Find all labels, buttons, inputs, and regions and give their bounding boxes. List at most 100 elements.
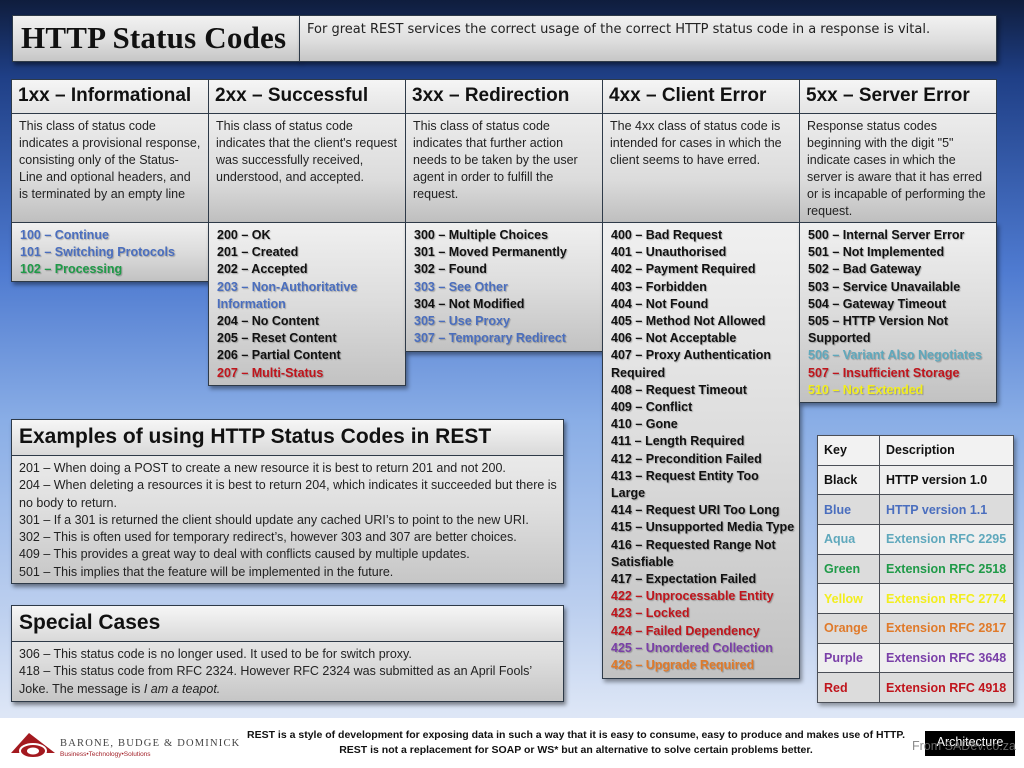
status-code-item: 404 – Not Found bbox=[611, 296, 709, 311]
class-heading: 3xx – Redirection bbox=[405, 79, 603, 114]
status-code-item: 307 – Temporary Redirect bbox=[414, 331, 566, 346]
key-color-name: Blue bbox=[817, 494, 880, 525]
examples-box: Examples of using HTTP Status Codes in R… bbox=[11, 419, 564, 584]
status-code-item: 100 – Continue bbox=[20, 228, 109, 242]
status-code-item: 403 – Forbidden bbox=[611, 279, 707, 294]
special-cases-box: Special Cases 306 – This status code is … bbox=[11, 605, 564, 702]
special-case-text: 418 – This status code from RFC 2324. Ho… bbox=[19, 664, 532, 696]
footer-note-line: REST is a style of development for expos… bbox=[247, 729, 905, 741]
key-description: Extension RFC 2518 bbox=[879, 553, 1014, 585]
status-code-item: 412 – Precondition Failed bbox=[611, 451, 762, 466]
key-description: Extension RFC 3648 bbox=[879, 642, 1014, 674]
footer-note: REST is a style of development for expos… bbox=[236, 728, 916, 758]
status-code-item: 406 – Not Acceptable bbox=[611, 331, 737, 346]
examples-list: 201 – When doing a POST to create a new … bbox=[12, 457, 563, 581]
key-row: Purple Extension RFC 3648 bbox=[817, 642, 1014, 674]
key-color-name: Red bbox=[817, 672, 880, 703]
key-description: Extension RFC 4918 bbox=[879, 672, 1014, 703]
source-watermark: From SADev.co.za bbox=[912, 739, 1016, 753]
status-code-item: 425 – Unordered Collection bbox=[611, 640, 773, 655]
status-code-item: 408 – Request Timeout bbox=[611, 382, 747, 397]
class-heading: 1xx – Informational bbox=[11, 79, 209, 114]
status-code-item: 101 – Switching Protocols bbox=[20, 245, 175, 260]
status-code-item: 400 – Bad Request bbox=[611, 228, 723, 242]
status-code-item: 507 – Insufficient Storage bbox=[808, 365, 960, 380]
key-color-name: Aqua bbox=[817, 523, 880, 555]
example-line: 501 – This implies that the feature will… bbox=[19, 564, 394, 579]
title-box: HTTP Status Codes bbox=[12, 15, 300, 62]
status-code-item: 426 – Upgrade Required bbox=[611, 658, 755, 673]
status-code-item: 401 – Unauthorised bbox=[611, 245, 727, 260]
class-description: This class of status code indicates that… bbox=[405, 113, 603, 223]
page-title: HTTP Status Codes bbox=[21, 20, 287, 55]
color-key-table: Key Description Black HTTP version 1.0 Bl… bbox=[817, 435, 1014, 703]
company-tagline: Business•Technology•Solutions bbox=[60, 751, 151, 758]
status-code-item: 500 – Internal Server Error bbox=[808, 228, 965, 242]
page-subtitle: For great REST services the correct usag… bbox=[307, 22, 931, 37]
status-code-item: 305 – Use Proxy bbox=[414, 314, 510, 329]
key-row: Red Extension RFC 4918 bbox=[817, 672, 1014, 703]
special-case-line: 418 – This status code from RFC 2324. Ho… bbox=[19, 663, 557, 698]
key-color-name: Orange bbox=[817, 612, 880, 644]
status-code-item: 504 – Gateway Timeout bbox=[808, 296, 947, 311]
status-code-item: 411 – Length Required bbox=[611, 434, 745, 449]
examples-heading: Examples of using HTTP Status Codes in R… bbox=[12, 420, 563, 456]
company-logo-icon bbox=[11, 733, 55, 759]
code-list: 400 – Bad Request 401 – Unauthorised 402 –… bbox=[602, 222, 800, 679]
code-list: 200 – OK 201 – Created 202 – Accepted 203 –… bbox=[208, 222, 406, 386]
class-heading: 4xx – Client Error bbox=[602, 79, 800, 114]
example-line: 204 – When deleting a resources it is be… bbox=[19, 478, 557, 510]
key-color-name: Purple bbox=[817, 642, 880, 674]
key-description: Extension RFC 2774 bbox=[879, 583, 1014, 614]
status-code-item: 415 – Unsupported Media Type bbox=[611, 520, 795, 535]
code-list: 500 – Internal Server Error 501 – Not Imp… bbox=[799, 222, 997, 403]
status-code-item: 423 – Locked bbox=[611, 606, 690, 621]
special-cases-list: 306 – This status code is no longer used… bbox=[12, 643, 563, 698]
status-code-item: 417 – Expectation Failed bbox=[611, 572, 757, 587]
key-row: Orange Extension RFC 2817 bbox=[817, 612, 1014, 644]
key-row: Green Extension RFC 2518 bbox=[817, 553, 1014, 585]
status-code-item: 424 – Failed Dependency bbox=[611, 623, 760, 638]
status-code-item: 402 – Payment Required bbox=[611, 262, 756, 277]
status-code-item: 303 – See Other bbox=[414, 279, 508, 294]
status-code-item: 503 – Service Unavailable bbox=[808, 279, 961, 294]
key-description: HTTP version 1.1 bbox=[879, 494, 1014, 525]
status-code-item: 203 – Non-Authoritative Information bbox=[217, 279, 358, 311]
status-code-item: 405 – Method Not Allowed bbox=[611, 314, 766, 329]
teapot-message: I am a teapot. bbox=[143, 681, 221, 696]
status-code-item: 204 – No Content bbox=[217, 314, 320, 329]
company-name: BARONE, BUDGE & DOMINICK bbox=[60, 738, 241, 749]
status-code-item: 502 – Bad Gateway bbox=[808, 262, 922, 277]
special-case-line: 306 – This status code is no longer used… bbox=[19, 647, 412, 661]
status-code-item: 301 – Moved Permanently bbox=[414, 245, 567, 260]
class-description: This class of status code indicates that… bbox=[208, 113, 406, 223]
footer-note-line: REST is not a replacement for SOAP or WS… bbox=[339, 744, 813, 756]
subtitle-box: For great REST services the correct usag… bbox=[299, 15, 997, 62]
code-list: 300 – Multiple Choices 301 – Moved Perman… bbox=[405, 222, 603, 352]
status-code-item: 205 – Reset Content bbox=[217, 331, 337, 346]
key-description: Extension RFC 2817 bbox=[879, 612, 1014, 644]
special-cases-heading: Special Cases bbox=[12, 606, 563, 642]
description-header: Description bbox=[879, 435, 1014, 466]
status-code-item: 414 – Request URI Too Long bbox=[611, 503, 780, 518]
status-code-item: 510 – Not Extended bbox=[808, 382, 924, 397]
status-code-item: 206 – Partial Content bbox=[217, 348, 341, 363]
example-line: 409 – This provides a great way to deal … bbox=[19, 547, 470, 562]
class-description: The 4xx class of status code is intended… bbox=[602, 113, 800, 223]
status-code-item: 304 – Not Modified bbox=[414, 296, 525, 311]
code-list: 100 – Continue 101 – Switching Protocols 1… bbox=[11, 222, 209, 282]
status-code-item: 202 – Accepted bbox=[217, 262, 308, 277]
class-description: This class of status code indicates a pr… bbox=[11, 113, 209, 223]
key-description: Extension RFC 2295 bbox=[879, 523, 1014, 555]
status-code-item: 200 – OK bbox=[217, 228, 271, 242]
key-color-name: Yellow bbox=[817, 583, 880, 614]
status-code-item: 302 – Found bbox=[414, 262, 487, 277]
example-line: 201 – When doing a POST to create a new … bbox=[19, 461, 506, 475]
status-code-item: 410 – Gone bbox=[611, 417, 678, 432]
key-row: Yellow Extension RFC 2774 bbox=[817, 583, 1014, 614]
status-code-item: 201 – Created bbox=[217, 245, 299, 260]
status-code-item: 407 – Proxy Authentication Required bbox=[611, 348, 771, 380]
footer: BARONE, BUDGE & DOMINICK Business•Techno… bbox=[0, 718, 1024, 768]
class-description: Response status codes beginning with the… bbox=[799, 113, 997, 223]
example-line: 302 – This is often used for temporary r… bbox=[19, 530, 517, 545]
